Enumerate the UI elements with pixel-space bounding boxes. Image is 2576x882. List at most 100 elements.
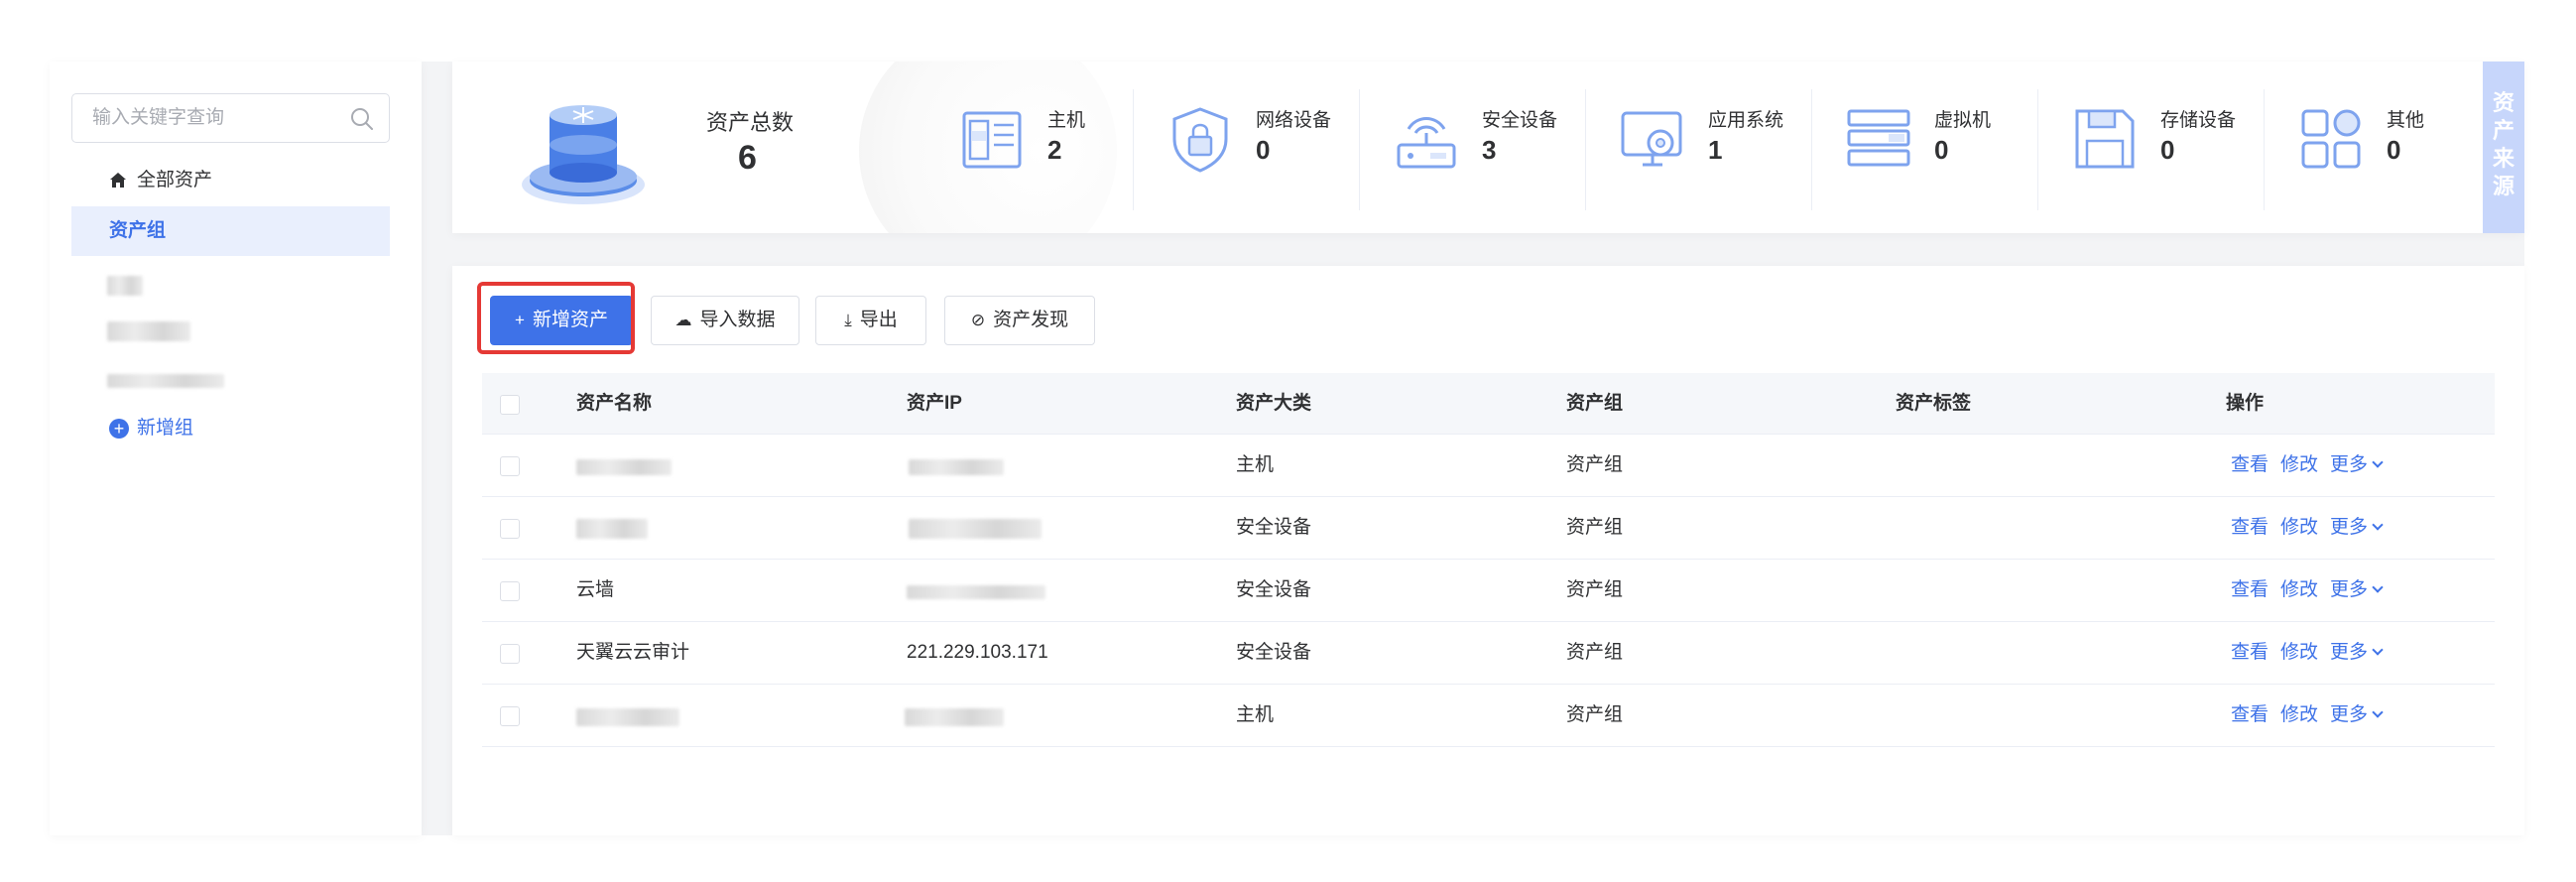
asset-category: 安全设备 bbox=[1236, 642, 1312, 663]
chevron-down-icon bbox=[2372, 581, 2384, 593]
asset-ip: 221.229.103.171 bbox=[907, 642, 1048, 663]
more-dropdown[interactable]: 更多 bbox=[2330, 622, 2384, 684]
tree-item-all-assets[interactable]: 全部资产 bbox=[71, 156, 390, 205]
more-dropdown[interactable]: 更多 bbox=[2330, 435, 2384, 496]
stat-label: 网络设备 bbox=[1256, 110, 1332, 131]
column-header: 资产IP bbox=[907, 393, 962, 414]
tree-item-asset-group[interactable]: 资产组 bbox=[71, 206, 390, 256]
row-checkbox[interactable] bbox=[500, 456, 520, 476]
row-checkbox[interactable] bbox=[500, 644, 520, 664]
tree-item-redacted[interactable] bbox=[107, 321, 190, 341]
view-link[interactable]: 查看 bbox=[2231, 560, 2269, 621]
redacted-name bbox=[576, 459, 672, 475]
tree-item-redacted[interactable] bbox=[107, 374, 224, 388]
row-checkbox[interactable] bbox=[500, 706, 520, 726]
redacted-ip bbox=[909, 459, 1004, 475]
redacted-ip bbox=[905, 708, 1004, 726]
search-icon[interactable] bbox=[349, 106, 375, 132]
home-icon bbox=[110, 173, 126, 188]
asset-table: 资产名称 资产IP 资产大类 资产组 资产标签 操作 主机 资产组 查看 修改 … bbox=[482, 373, 2495, 747]
asset-group: 资产组 bbox=[1566, 454, 1624, 475]
search-input[interactable] bbox=[72, 94, 340, 142]
edit-link[interactable]: 修改 bbox=[2280, 622, 2318, 684]
highlight-box bbox=[477, 282, 635, 354]
view-link[interactable]: 查看 bbox=[2231, 497, 2269, 559]
asset-tree-sidebar: 全部资产 资产组 + 新增组 bbox=[50, 62, 422, 835]
chevron-down-icon bbox=[2372, 456, 2384, 468]
stat-value: 2 bbox=[1047, 135, 1062, 165]
import-data-button[interactable]: ☁ 导入数据 bbox=[651, 296, 799, 345]
stat-label: 安全设备 bbox=[1482, 110, 1558, 131]
edit-link[interactable]: 修改 bbox=[2280, 435, 2318, 496]
view-link[interactable]: 查看 bbox=[2231, 685, 2269, 746]
stat-label: 虚拟机 bbox=[1934, 110, 1992, 131]
search-box bbox=[71, 93, 390, 143]
tree-item-label: 资产组 bbox=[109, 220, 167, 241]
stat-value: 0 bbox=[2387, 135, 2401, 165]
download-icon: ⤓ bbox=[844, 311, 852, 329]
stat-label: 其他 bbox=[2387, 110, 2425, 131]
column-header: 资产名称 bbox=[576, 393, 653, 414]
monitor-gear-icon bbox=[1621, 111, 1682, 167]
table-row: 主机 资产组 查看 修改 更多 bbox=[482, 435, 2495, 497]
asset-name: 云墙 bbox=[576, 579, 615, 600]
rack-icon bbox=[1847, 109, 1910, 167]
plus-circle-icon: + bbox=[109, 419, 129, 439]
stat-label: 主机 bbox=[1047, 110, 1086, 131]
export-button[interactable]: ⤓ 导出 bbox=[815, 296, 926, 345]
more-dropdown[interactable]: 更多 bbox=[2330, 685, 2384, 746]
total-assets-value: 6 bbox=[738, 139, 757, 177]
stat-value: 3 bbox=[1482, 135, 1497, 165]
asset-source-tab[interactable]: 资产来源 bbox=[2483, 62, 2524, 233]
compass-icon: ⊘ bbox=[970, 311, 986, 329]
asset-name: 天翼云云审计 bbox=[576, 642, 690, 663]
select-all-checkbox[interactable] bbox=[500, 395, 520, 415]
column-header: 资产大类 bbox=[1236, 393, 1312, 414]
stat-application-system[interactable]: 应用系统 1 bbox=[1599, 89, 1823, 208]
table-row: 主机 资产组 查看 修改 更多 bbox=[482, 685, 2495, 747]
table-row: 云墙 安全设备 资产组 查看 修改 更多 bbox=[482, 560, 2495, 622]
tree-item-label: 全部资产 bbox=[137, 170, 213, 190]
column-header: 资产组 bbox=[1566, 393, 1624, 414]
stat-value: 1 bbox=[1708, 135, 1723, 165]
stat-host[interactable]: 主机 2 bbox=[938, 89, 1163, 208]
asset-category: 安全设备 bbox=[1236, 517, 1312, 538]
stat-virtual-machine[interactable]: 虚拟机 0 bbox=[1825, 89, 2049, 208]
grid-icon bbox=[2301, 109, 2361, 169]
stat-label: 应用系统 bbox=[1708, 110, 1784, 131]
asset-group: 资产组 bbox=[1566, 704, 1624, 725]
row-checkbox[interactable] bbox=[500, 581, 520, 601]
shield-lock-icon bbox=[1172, 107, 1228, 173]
table-row: 天翼云云审计 221.229.103.171 安全设备 资产组 查看 修改 更多 bbox=[482, 622, 2495, 685]
stat-storage-device[interactable]: 存储设备 0 bbox=[2051, 89, 2275, 208]
more-dropdown[interactable]: 更多 bbox=[2330, 497, 2384, 559]
stat-label: 存储设备 bbox=[2160, 110, 2237, 131]
view-link[interactable]: 查看 bbox=[2231, 622, 2269, 684]
chevron-down-icon bbox=[2372, 706, 2384, 718]
edit-link[interactable]: 修改 bbox=[2280, 685, 2318, 746]
table-row: 安全设备 资产组 查看 修改 更多 bbox=[482, 497, 2495, 560]
stat-value: 0 bbox=[1256, 135, 1271, 165]
redacted-name bbox=[576, 519, 648, 539]
edit-link[interactable]: 修改 bbox=[2280, 560, 2318, 621]
stat-value: 0 bbox=[1934, 135, 1949, 165]
chevron-down-icon bbox=[2372, 519, 2384, 531]
stat-network-device[interactable]: 网络设备 0 bbox=[1147, 89, 1371, 208]
asset-category: 安全设备 bbox=[1236, 579, 1312, 600]
asset-discovery-button[interactable]: ⊘ 资产发现 bbox=[944, 296, 1095, 345]
stat-security-device[interactable]: 安全设备 3 bbox=[1373, 89, 1597, 208]
column-header: 资产标签 bbox=[1896, 393, 1972, 414]
tree-item-redacted[interactable] bbox=[107, 276, 143, 296]
server-icon bbox=[962, 111, 1022, 169]
chevron-down-icon bbox=[2372, 644, 2384, 656]
asset-category: 主机 bbox=[1236, 704, 1275, 725]
edit-link[interactable]: 修改 bbox=[2280, 497, 2318, 559]
database-3d-icon bbox=[522, 105, 645, 204]
asset-group: 资产组 bbox=[1566, 642, 1624, 663]
more-dropdown[interactable]: 更多 bbox=[2330, 560, 2384, 621]
row-checkbox[interactable] bbox=[500, 519, 520, 539]
view-link[interactable]: 查看 bbox=[2231, 435, 2269, 496]
stat-other[interactable]: 其他 0 bbox=[2277, 89, 2502, 208]
redacted-ip bbox=[907, 585, 1045, 599]
redacted-name bbox=[576, 708, 679, 726]
